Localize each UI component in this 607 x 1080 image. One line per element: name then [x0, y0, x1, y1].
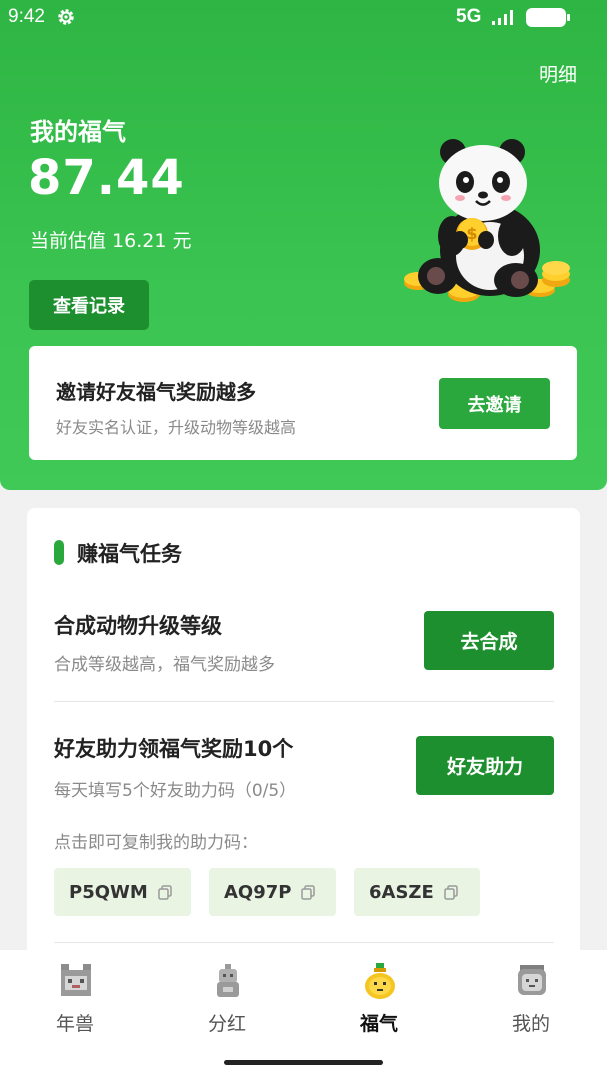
robot-icon: [217, 964, 239, 997]
copy-code-hint: 点击即可复制我的助力码：: [54, 833, 258, 853]
signal-icon: [492, 10, 513, 25]
estimate-value: 当前估值 16.21 元: [30, 230, 192, 252]
assist-code-chip[interactable]: 6ASZE: [354, 868, 480, 916]
view-records-button[interactable]: 查看记录: [29, 280, 149, 330]
assist-code: AQ97P: [224, 881, 292, 903]
invite-title: 邀请好友福气奖励越多: [56, 380, 256, 404]
friend-assist-button[interactable]: 好友助力: [416, 736, 554, 795]
task-subtitle: 每天填写5个好友助力码（0/5）: [54, 781, 297, 801]
fortune-bag-icon: [365, 963, 395, 999]
invite-button[interactable]: 去邀请: [439, 378, 550, 429]
copy-icon: [158, 884, 172, 900]
tab-label: 分红: [207, 1013, 246, 1035]
invite-subtitle: 好友实名认证，升级动物等级越高: [56, 418, 297, 437]
network-type: 5G: [456, 6, 482, 27]
tab-dividend[interactable]: 分红: [152, 950, 302, 1045]
fortune-header: 9:42 5G 明细 我的福气 87.44 当前估值 16.21 元 查看记录: [0, 0, 607, 490]
invite-card: 邀请好友福气奖励越多 好友实名认证，升级动物等级越高 去邀请: [29, 346, 577, 460]
svg-text:$: $: [466, 224, 477, 243]
section-title: 赚福气任务: [77, 542, 182, 566]
merge-button[interactable]: 去合成: [424, 611, 554, 670]
tab-label: 我的: [511, 1013, 550, 1035]
assist-code-chip[interactable]: AQ97P: [209, 868, 336, 916]
fortune-value: 87.44: [28, 150, 185, 206]
tab-profile[interactable]: 我的: [456, 950, 606, 1045]
status-bar: 9:42 5G: [0, 0, 607, 36]
gear-icon: [58, 9, 74, 25]
profile-icon: [518, 965, 546, 995]
nianshou-icon: [61, 964, 91, 996]
task-subtitle: 合成等级越高，福气奖励越多: [54, 655, 275, 675]
status-time: 9:42: [8, 6, 45, 27]
assist-code: P5QWM: [69, 881, 148, 903]
copy-icon: [444, 884, 458, 900]
detail-link[interactable]: 明细: [539, 60, 577, 87]
tab-label: 福气: [359, 1013, 398, 1035]
assist-code-chip[interactable]: P5QWM: [54, 868, 191, 916]
panda-coin-illustration: $: [404, 139, 570, 302]
fortune-label: 我的福气: [30, 118, 126, 146]
task-title: 好友助力领福气奖励10个: [54, 737, 294, 761]
home-indicator[interactable]: [224, 1060, 383, 1065]
tab-nianshou[interactable]: 年兽: [0, 950, 150, 1045]
assist-code: 6ASZE: [369, 881, 434, 903]
section-accent-bar: [54, 540, 64, 565]
fortune-tasks-card: 赚福气任务 合成动物升级等级 合成等级越高，福气奖励越多 去合成 好友助力领福气…: [27, 508, 580, 968]
task-title: 合成动物升级等级: [54, 614, 222, 638]
copy-icon: [301, 884, 316, 900]
battery-icon: [526, 8, 570, 27]
tab-label: 年兽: [55, 1013, 94, 1035]
tab-fortune[interactable]: 福气: [304, 950, 454, 1045]
divider: [54, 942, 554, 943]
divider: [54, 701, 554, 702]
